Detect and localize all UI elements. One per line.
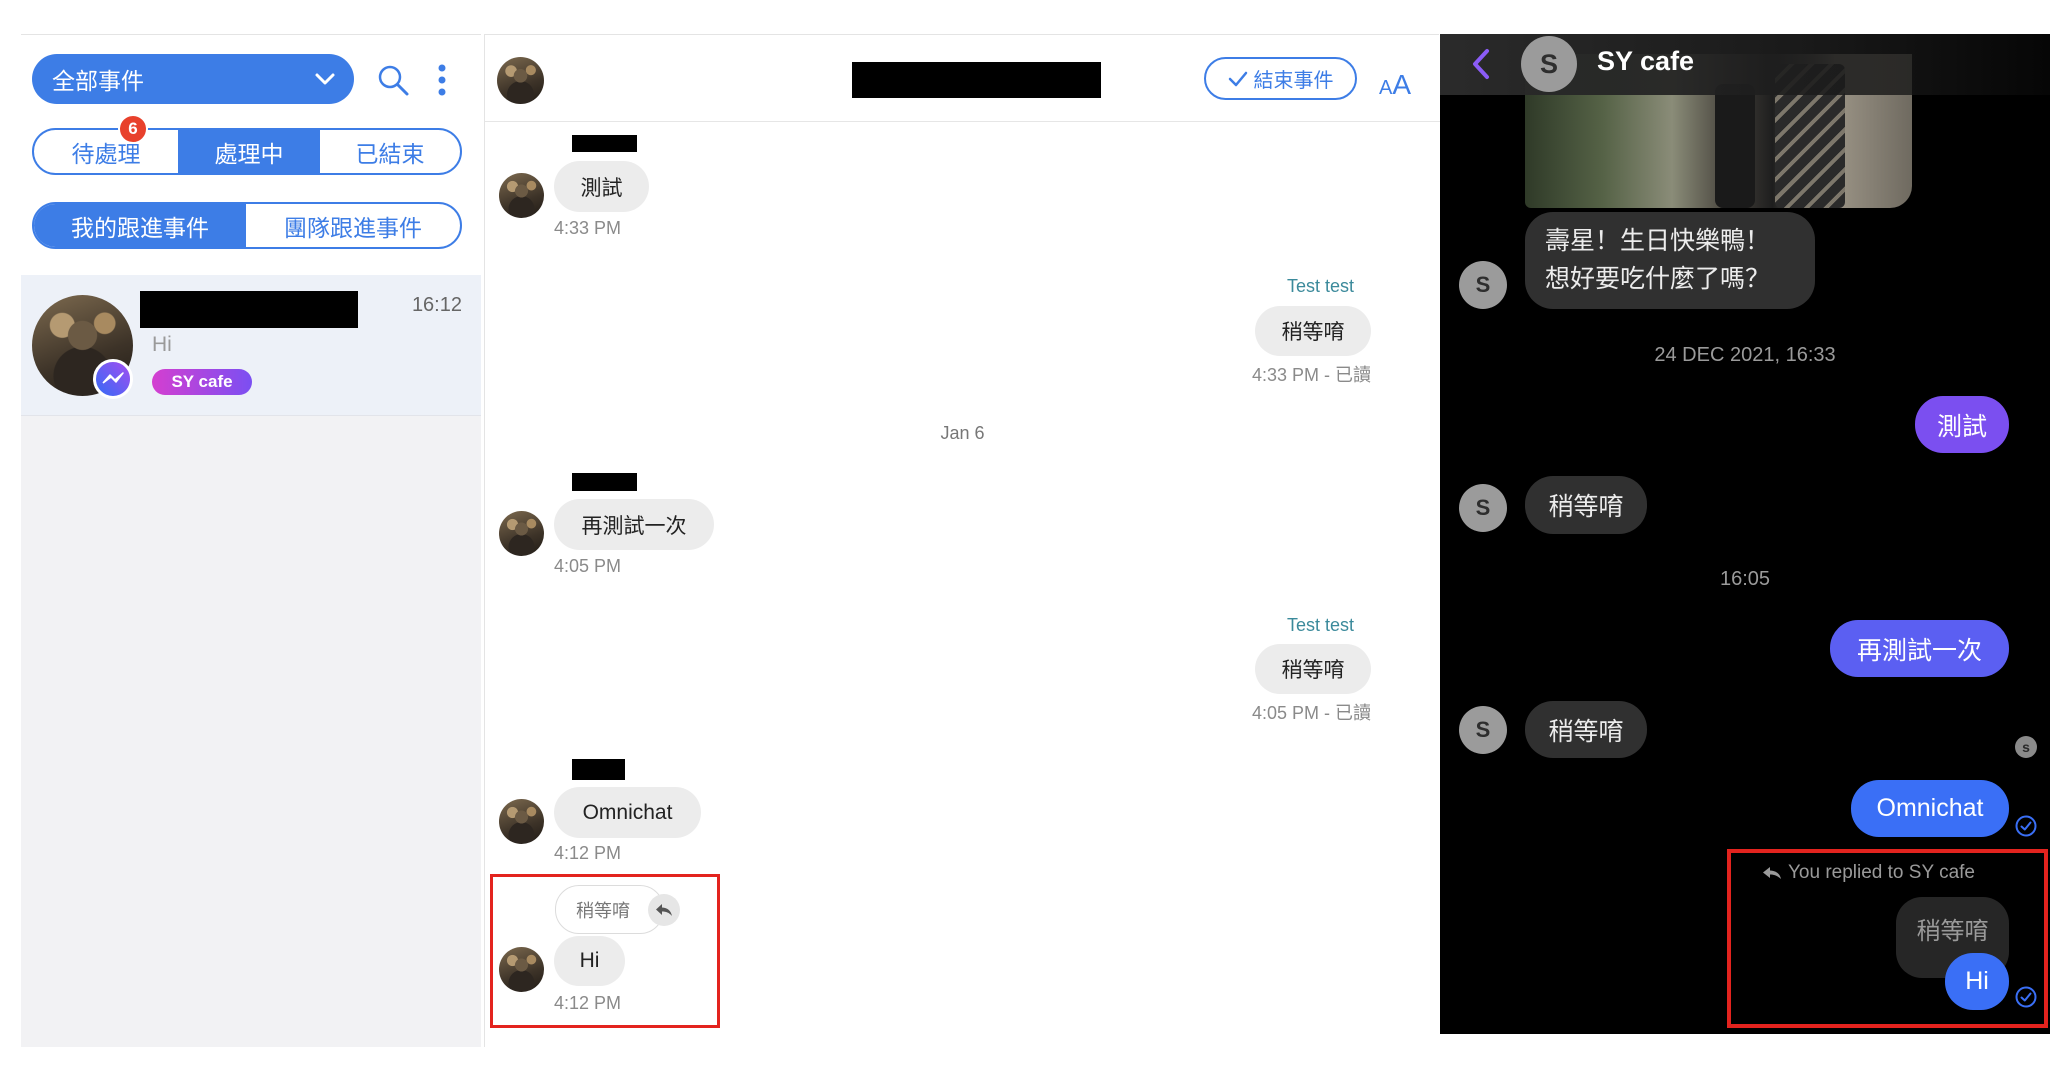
customer-avatar[interactable] — [497, 57, 544, 104]
more-options-icon[interactable] — [437, 63, 447, 97]
tab-team-followups-label: 團隊跟進事件 — [284, 214, 422, 241]
message-time: 4:12 PM — [554, 843, 622, 863]
incoming-message: 壽星！生日快樂鴨！ 想好要吃什麼了嗎？ — [1525, 212, 1815, 309]
channel-tag: SY cafe — [152, 369, 252, 395]
tab-closed-label: 已結束 — [355, 140, 425, 167]
message-line: 壽星！生日快樂鴨！ — [1545, 227, 1771, 255]
customer-avatar — [499, 511, 544, 556]
chat-header: 結束事件 A A — [485, 35, 1440, 122]
conversation-item[interactable]: 16:12 Hi SY cafe — [21, 275, 481, 416]
timestamp: 16:05 — [1719, 568, 1771, 590]
font-size-large-label: A — [1392, 69, 1412, 100]
tab-in-progress[interactable]: 處理中 — [178, 130, 320, 173]
message-time: 4:33 PM — [554, 218, 622, 238]
date-divider: Jan 6 — [940, 423, 985, 443]
font-size-small-label: A — [1379, 77, 1393, 99]
conversation-preview: Hi — [152, 333, 172, 356]
conversation-time: 16:12 — [411, 294, 462, 316]
contact-avatar[interactable]: S — [1521, 36, 1577, 92]
message-time-read: 4:33 PM - 已讀 — [1251, 365, 1371, 385]
reply-button[interactable] — [648, 894, 680, 926]
reply-icon — [1763, 867, 1781, 879]
redacted-sender-name — [572, 759, 625, 780]
message-line: 想好要吃什麼了嗎？ — [1545, 265, 1771, 293]
outgoing-message: 測試 — [1915, 396, 2009, 453]
customer-avatar — [499, 947, 544, 992]
outgoing-message: 再測試一次 — [1830, 620, 2009, 677]
messenger-screenshot-panel: S SY cafe S 壽星！生日快樂鴨！ 想好要吃什麼了嗎？ 24 DEC 2… — [1440, 34, 2050, 1034]
reply-icon — [656, 904, 672, 916]
incoming-message: 稍等唷 — [1525, 701, 1647, 758]
outgoing-message: Hi — [1945, 953, 2009, 1010]
check-icon — [1228, 71, 1247, 86]
outgoing-message: 稍等唷 — [1255, 644, 1371, 694]
reply-note-text: You replied to SY cafe — [1788, 862, 1975, 883]
tab-pending[interactable]: 待處理 — [34, 130, 178, 173]
search-icon[interactable] — [375, 62, 411, 98]
back-icon[interactable] — [1470, 48, 1492, 80]
incoming-message: Omnichat — [554, 787, 701, 838]
status-tabs: 待處理 處理中 已結束 6 — [32, 114, 462, 175]
redacted-customer-name — [852, 62, 1101, 98]
customer-avatar — [499, 799, 544, 844]
tab-team-followups[interactable]: 團隊跟進事件 — [246, 204, 460, 247]
messenger-icon — [93, 359, 133, 399]
message-time-read: 4:05 PM - 已讀 — [1251, 703, 1371, 723]
customer-avatar — [499, 173, 544, 218]
incoming-message: Hi — [554, 936, 625, 986]
list-header: 全部事件 待處理 處理中 已結束 6 我的跟進事件 團隊跟進事件 — [21, 35, 481, 275]
sent-check-icon — [2015, 986, 2037, 1008]
incoming-message: 再測試一次 — [554, 499, 714, 550]
incoming-message: 測試 — [554, 161, 649, 212]
photo-detail — [1715, 84, 1755, 208]
chat-panel: 結束事件 A A 測試 4:33 PM Test test 稍等唷 4:33 P… — [484, 34, 1440, 1047]
outgoing-message: Omnichat — [1851, 780, 2009, 837]
redacted-sender-name — [572, 473, 637, 491]
event-filter-label: 全部事件 — [52, 68, 144, 94]
read-receipt-avatar: s — [2015, 736, 2037, 758]
conversation-list-panel: 全部事件 待處理 處理中 已結束 6 我的跟進事件 團隊跟進事件 16:12 H… — [21, 34, 481, 1047]
end-event-button[interactable]: 結束事件 — [1204, 57, 1357, 100]
font-size-toggle[interactable]: A A — [1379, 69, 1411, 105]
scope-tabs: 我的跟進事件 團隊跟進事件 — [32, 202, 462, 249]
contact-avatar: S — [1459, 261, 1507, 309]
outgoing-message: 稍等唷 — [1255, 306, 1371, 356]
contact-avatar: S — [1459, 484, 1507, 532]
redacted-sender-name — [572, 135, 637, 152]
timestamp: 24 DEC 2021, 16:33 — [1654, 344, 1836, 366]
tab-in-progress-label: 處理中 — [214, 140, 284, 167]
chevron-down-icon — [315, 73, 335, 85]
sent-check-icon — [2015, 815, 2037, 837]
contact-avatar: S — [1459, 706, 1507, 754]
redacted-name — [140, 291, 358, 328]
tab-closed[interactable]: 已結束 — [320, 130, 460, 173]
contact-name[interactable]: SY cafe — [1597, 46, 1694, 77]
event-filter-dropdown[interactable]: 全部事件 — [32, 54, 354, 104]
reply-note: You replied to SY cafe — [1762, 862, 1975, 884]
agent-name: Test test — [1286, 615, 1354, 635]
tab-my-followups-label: 我的跟進事件 — [71, 214, 209, 241]
incoming-message: 稍等唷 — [1525, 476, 1647, 534]
end-event-label: 結束事件 — [1253, 70, 1334, 92]
pending-count-badge: 6 — [118, 114, 148, 144]
agent-name: Test test — [1286, 276, 1354, 296]
tab-my-followups[interactable]: 我的跟進事件 — [34, 204, 246, 247]
messenger-header: S SY cafe — [1440, 34, 2050, 95]
message-time: 4:12 PM — [554, 993, 622, 1013]
message-time: 4:05 PM — [554, 556, 622, 576]
